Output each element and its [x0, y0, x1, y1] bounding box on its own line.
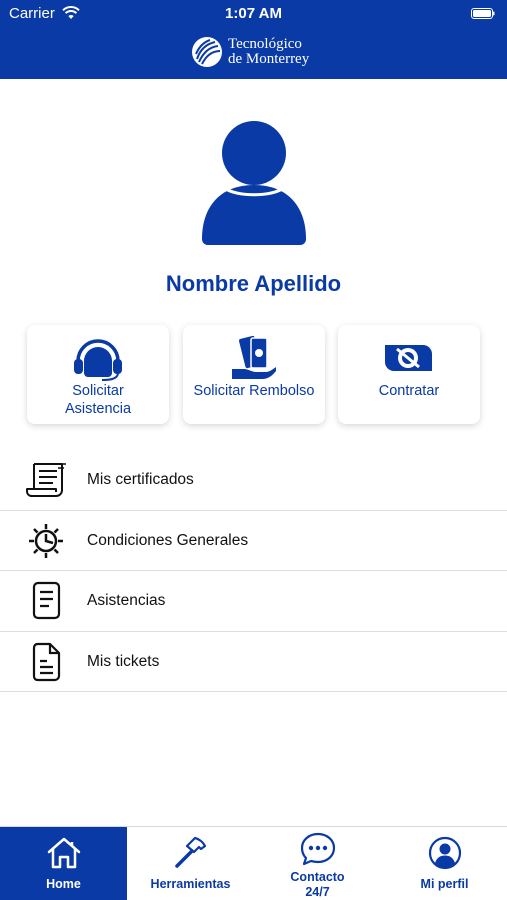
person-icon[interactable] [202, 121, 306, 245]
request-assistance-label-line-1: Solicitar [72, 383, 124, 399]
tab-home-label: Home [46, 877, 81, 891]
list-item-certificates[interactable]: Mis certificados [0, 450, 507, 511]
profile-icon [428, 836, 461, 870]
money-hand-icon [232, 335, 276, 379]
tab-tools-label: Herramientas [150, 877, 231, 891]
list-item-tickets[interactable]: Mis tickets [0, 632, 507, 692]
tab-tools[interactable]: Herramientas [127, 827, 254, 900]
brand-name: Tecnológico de Monterrey [228, 37, 309, 67]
ticket-file-icon [32, 642, 61, 681]
brand-line-1: Tecnológico [228, 36, 302, 52]
status-bar: Carrier 1:07 AM [0, 0, 507, 28]
request-assistance-button[interactable]: Solicitar Asistencia [27, 325, 169, 424]
hammer-icon [174, 836, 206, 868]
battery-icon [471, 8, 495, 19]
list-item-label: Asistencias [87, 592, 166, 609]
contract-button[interactable]: Contratar [338, 325, 480, 424]
list-item-label: Mis tickets [87, 652, 160, 670]
brand-logo: Tecnológico de Monterrey [191, 34, 309, 70]
request-refund-button[interactable]: Solicitar Rembolso [183, 325, 325, 424]
list-item-label: Condiciones Generales [87, 531, 249, 549]
headset-icon [74, 339, 122, 381]
request-assistance-label-line-2: Asistencia [64, 401, 132, 417]
tab-contact-label-line-1: Contacto [290, 870, 345, 884]
contract-label: Contratar [378, 383, 440, 399]
app-header: Carrier 1:07 AM Tecnológico de Monterrey [0, 0, 507, 79]
globe-logo-icon [192, 37, 222, 67]
tab-profile-label: Mi perfil [420, 877, 469, 891]
menu-list: Mis certificados Condiciones Generales A… [0, 450, 507, 692]
tab-contact[interactable]: Contacto 24/7 [254, 827, 381, 900]
tab-contact-label-line-2: 24/7 [305, 885, 330, 899]
list-item-assistances[interactable]: Asistencias [0, 571, 507, 632]
tab-profile[interactable]: Mi perfil [381, 827, 507, 900]
certificate-icon [26, 463, 66, 497]
list-item-label: Mis certificados [87, 471, 194, 488]
contract-icon [385, 345, 432, 371]
request-assistance-label: Solicitar Asistencia [27, 382, 169, 418]
request-refund-label: Solicitar Rembolso [193, 383, 315, 399]
gear-icon [29, 523, 63, 558]
clock-time: 1:07 AM [225, 5, 282, 22]
home-icon [47, 837, 80, 869]
list-item-general-conditions[interactable]: Condiciones Generales [0, 511, 507, 571]
document-icon [32, 581, 61, 620]
tab-bar: Home Herramientas Contacto 24/7 Mi perfi… [0, 826, 507, 900]
user-name: Nombre Apellido [165, 271, 342, 296]
brand-line-2: de Monterrey [228, 51, 310, 67]
tab-contact-label: Contacto 24/7 [254, 870, 381, 900]
tab-home[interactable]: Home [0, 827, 127, 900]
chat-icon [300, 832, 335, 866]
